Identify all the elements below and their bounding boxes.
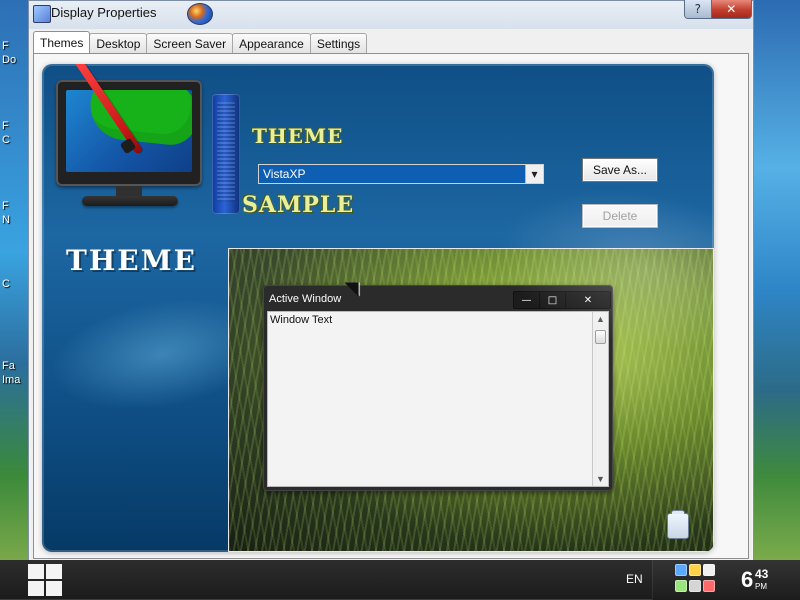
tab-appearance[interactable]: Appearance [232,33,311,53]
active-window-body: Window Text ▲ ▼ [267,311,609,487]
desktop-icon-label: Do [2,54,17,66]
desktop-icon-label: C [2,134,10,146]
active-window-title: Active Window [269,293,342,305]
theme-panel-title: THEME [66,244,197,277]
display-properties-window: Display Properties ? ✕ Themes Desktop Sc… [28,0,754,562]
chevron-down-icon[interactable]: ▾ [525,165,543,183]
clock-ampm: PM [755,582,767,591]
tray-icon[interactable] [675,564,687,576]
clock-minute: 43 [755,567,769,581]
maximize-icon: □ [540,292,566,308]
display-properties-icon [33,5,51,23]
desktop-icon-label: Fa [2,360,15,372]
help-button[interactable]: ? [685,0,712,18]
windows-logo-tile [46,581,62,596]
window-caption-buttons: ? ✕ [684,0,752,19]
clock-hour: 6 [741,567,754,592]
window-title: Display Properties [51,5,157,20]
theme-dropdown[interactable]: VistaXP ▾ [258,164,544,184]
taskbar: EN 6 43 PM [0,560,800,600]
scroll-down-icon: ▼ [596,474,605,484]
tray-icon[interactable] [703,564,715,576]
windows-logo-tile [28,581,44,596]
monitor-paint-illustration [56,64,206,206]
desktop-icon-label: C [2,278,10,290]
system-tray: 6 43 PM [652,560,800,600]
start-button[interactable] [28,564,62,596]
tab-themes[interactable]: Themes [33,31,91,53]
desktop-icon-label: N [2,214,10,226]
desktop-icon-label: F [2,200,9,212]
scroll-up-icon: ▲ [596,314,605,324]
desktop-background-right [752,0,800,560]
themes-tab-content: THEME THEME SAMPLE VistaXP ▾ Save As... … [33,53,749,559]
sample-label-art: SAMPLE [242,192,355,218]
themes-panel: THEME THEME SAMPLE VistaXP ▾ Save As... … [42,64,714,552]
tab-strip: Themes Desktop Screen Saver Appearance S… [33,31,368,53]
language-indicator[interactable]: EN [626,572,643,586]
monitor-base [82,196,178,206]
preview-active-window: Active Window — □ ✕ Window Text ▲ ▼ [263,285,613,491]
tab-desktop[interactable]: Desktop [89,33,148,53]
close-button[interactable]: ✕ [711,0,751,18]
scroll-thumb [595,330,606,344]
theme-label-art: THEME [252,124,344,148]
save-as-button[interactable]: Save As... [582,158,658,182]
tray-icon[interactable] [689,564,701,576]
active-window-scrollbar: ▲ ▼ [592,312,608,486]
desktop-icon-label: F [2,120,9,132]
theme-dropdown-value: VistaXP [263,167,306,181]
windows-logo-tile [28,564,44,579]
theme-preview: Active Window — □ ✕ Window Text ▲ ▼ [228,248,714,552]
window-titlebar[interactable]: Display Properties ? ✕ [29,0,753,29]
active-window-text: Window Text [270,314,333,326]
close-icon: ✕ [583,294,593,306]
windows-logo-tile [46,564,62,579]
system-clock[interactable]: 6 43 PM [741,566,797,594]
desktop-icon-label: F [2,40,9,52]
tray-icon[interactable] [703,580,715,592]
computer-tower-icon [212,94,240,214]
delete-button[interactable]: Delete [582,204,658,228]
internet-explorer-icon [187,3,213,25]
desktop-icon-label: Ima [2,374,21,386]
recycle-bin-icon [667,510,689,539]
tray-icon[interactable] [675,580,687,592]
tab-settings[interactable]: Settings [309,33,368,53]
active-window-controls: — □ ✕ [513,291,611,309]
monitor-neck [116,186,142,196]
tab-screen-saver[interactable]: Screen Saver [146,33,234,53]
tray-icons [675,564,727,596]
tray-icon[interactable] [689,580,701,592]
minimize-icon: — [514,292,540,308]
